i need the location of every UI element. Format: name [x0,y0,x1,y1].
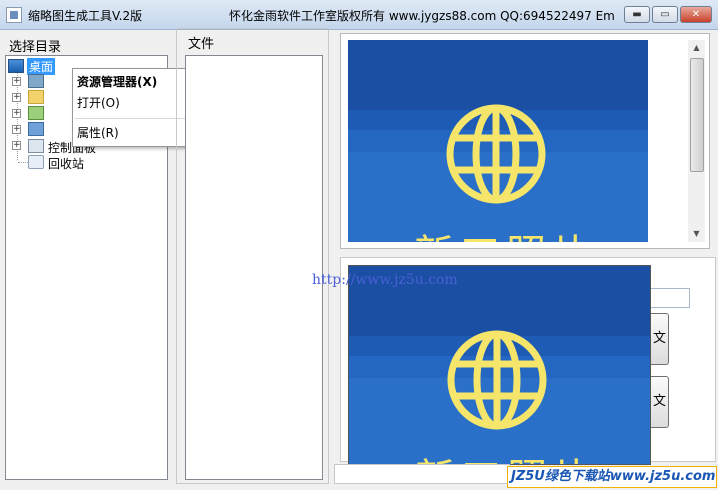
status-field [334,464,510,484]
title-bar: 缩略图生成工具V.2版 怀化金雨软件工作室版权所有 www.jygzs88.co… [0,0,718,30]
scroll-thumb[interactable] [690,58,704,172]
close-button[interactable]: ✕ [680,6,712,23]
control-panel-icon [28,139,44,153]
recycle-bin-icon [28,155,44,169]
copyright-text: 怀化金雨软件工作室版权所有 www.jygzs88.com QQ:6945224… [229,9,615,23]
tree-item-recycle-bin[interactable]: 回收站 [18,154,128,171]
side-button-2[interactable]: 文 [651,376,669,428]
file-list[interactable] [185,55,323,480]
tree-item-label: 回收站 [48,157,85,171]
tree-item-label: 桌面 [27,58,56,75]
watermark-site: JZ5U绿色下载站www.jz5u.com [507,466,717,488]
preview-image-top: 新工照片 [348,40,648,242]
window-title: 缩略图生成工具V.2版 [28,9,143,23]
user-folder-icon [28,74,44,88]
desktop-icon [8,59,24,73]
expand-icon[interactable]: + [12,141,21,150]
settings-input[interactable] [650,288,690,308]
globe-icon [446,104,546,204]
expand-icon[interactable]: + [12,77,21,86]
directory-label: 选择目录 [9,40,62,55]
minimize-button[interactable]: ▬ [624,6,650,23]
app-icon [6,7,22,23]
folder-icon [28,90,44,104]
preview-caption: 新工照片 [415,446,599,464]
network-icon [28,122,44,136]
expand-icon[interactable]: + [12,109,21,118]
watermark-url: http://www.jz5u.com [312,272,458,288]
computer-icon [28,106,44,120]
maximize-button[interactable]: ▭ [652,6,678,23]
preview-caption: 新工照片 [414,222,598,242]
expand-icon[interactable]: + [12,93,21,102]
preview-image-bottom: 新工照片 [348,265,651,465]
file-label: 文件 [188,37,215,52]
tree-item-desktop[interactable]: 桌面 [8,58,68,75]
preview-scrollbar[interactable]: ▲ ▼ [688,40,705,242]
scroll-down-icon[interactable]: ▼ [688,226,705,242]
scroll-up-icon[interactable]: ▲ [688,40,705,56]
expand-icon[interactable]: + [12,125,21,134]
globe-icon [447,330,547,430]
side-button-1[interactable]: 文 [651,313,669,365]
